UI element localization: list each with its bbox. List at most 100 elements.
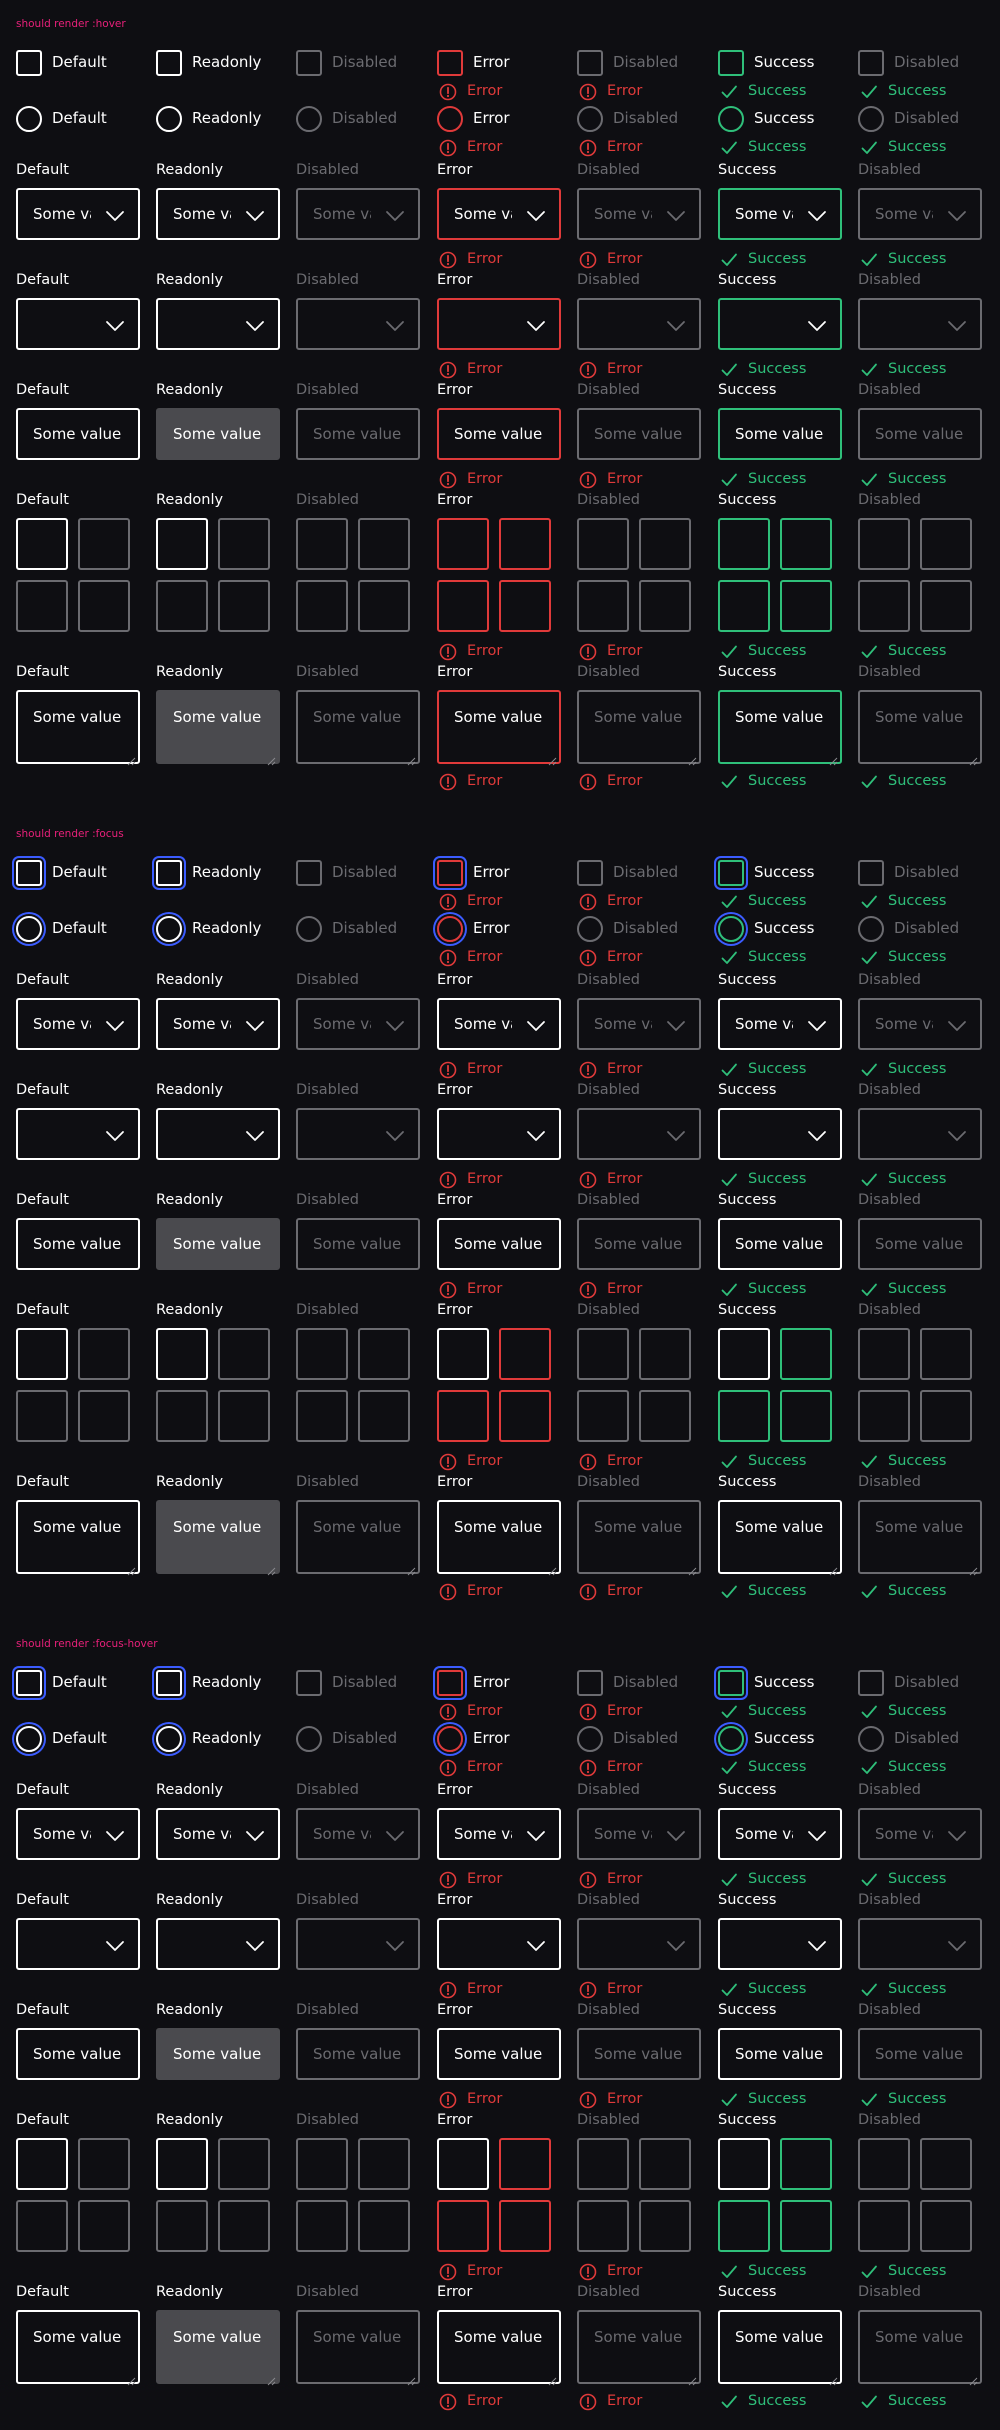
select-dropdown[interactable]: Some value bbox=[156, 998, 280, 1050]
pin-input-cell[interactable] bbox=[218, 1390, 270, 1442]
pin-input-cell[interactable] bbox=[718, 2200, 770, 2252]
pin-input-cell[interactable] bbox=[499, 1390, 551, 1442]
select-dropdown[interactable]: Some value bbox=[437, 188, 561, 240]
empty-select-dropdown[interactable] bbox=[437, 298, 561, 350]
pin-input-cell[interactable] bbox=[218, 518, 270, 570]
pin-input-cell[interactable] bbox=[499, 1328, 551, 1380]
radio-button[interactable] bbox=[437, 1726, 463, 1752]
text-input[interactable]: Some value bbox=[437, 408, 561, 460]
checkbox[interactable] bbox=[718, 50, 744, 76]
select-dropdown[interactable]: Some value bbox=[718, 998, 842, 1050]
radio-button[interactable] bbox=[718, 1726, 744, 1752]
empty-select-dropdown[interactable] bbox=[437, 1918, 561, 1970]
pin-input-cell[interactable] bbox=[437, 580, 489, 632]
select-dropdown[interactable]: Some value bbox=[156, 1808, 280, 1860]
resize-grip-icon[interactable] bbox=[688, 751, 697, 766]
radio-button[interactable] bbox=[16, 916, 42, 942]
empty-select-dropdown[interactable] bbox=[437, 1108, 561, 1160]
pin-input-cell[interactable] bbox=[156, 2138, 208, 2190]
pin-input-cell[interactable] bbox=[780, 2200, 832, 2252]
textarea[interactable]: Some value bbox=[437, 690, 561, 766]
pin-input-cell[interactable] bbox=[718, 1328, 770, 1380]
pin-input-cell[interactable] bbox=[499, 2200, 551, 2252]
empty-select-dropdown[interactable] bbox=[16, 298, 140, 350]
empty-select-dropdown[interactable] bbox=[718, 1918, 842, 1970]
pin-input-cell[interactable] bbox=[156, 2200, 208, 2252]
text-input[interactable]: Some value bbox=[718, 408, 842, 460]
empty-select-dropdown[interactable] bbox=[16, 1108, 140, 1160]
pin-input-cell[interactable] bbox=[218, 580, 270, 632]
textarea[interactable]: Some value bbox=[437, 2310, 561, 2386]
resize-grip-icon[interactable] bbox=[267, 1561, 276, 1576]
text-input[interactable]: Some value bbox=[156, 408, 280, 460]
empty-select-dropdown[interactable] bbox=[156, 1918, 280, 1970]
resize-grip-icon[interactable] bbox=[969, 2371, 978, 2386]
radio-button[interactable] bbox=[156, 1726, 182, 1752]
resize-grip-icon[interactable] bbox=[969, 1561, 978, 1576]
text-input[interactable]: Some value bbox=[437, 1218, 561, 1270]
textarea[interactable]: Some value bbox=[156, 690, 280, 766]
radio-button[interactable] bbox=[16, 106, 42, 132]
checkbox[interactable] bbox=[718, 1670, 744, 1696]
text-input[interactable]: Some value bbox=[437, 2028, 561, 2080]
pin-input-cell[interactable] bbox=[499, 518, 551, 570]
radio-button[interactable] bbox=[156, 916, 182, 942]
text-input[interactable]: Some value bbox=[16, 1218, 140, 1270]
pin-input-cell[interactable] bbox=[16, 1328, 68, 1380]
resize-grip-icon[interactable] bbox=[548, 751, 557, 766]
pin-input-cell[interactable] bbox=[156, 518, 208, 570]
select-dropdown[interactable]: Some value bbox=[16, 998, 140, 1050]
radio-button[interactable] bbox=[16, 1726, 42, 1752]
textarea[interactable]: Some value bbox=[16, 1500, 140, 1576]
pin-input-cell[interactable] bbox=[437, 518, 489, 570]
radio-button[interactable] bbox=[718, 916, 744, 942]
select-dropdown[interactable]: Some value bbox=[437, 1808, 561, 1860]
select-dropdown[interactable]: Some value bbox=[437, 998, 561, 1050]
resize-grip-icon[interactable] bbox=[829, 751, 838, 766]
radio-button[interactable] bbox=[156, 106, 182, 132]
pin-input-cell[interactable] bbox=[78, 1328, 130, 1380]
pin-input-cell[interactable] bbox=[78, 1390, 130, 1442]
resize-grip-icon[interactable] bbox=[829, 1561, 838, 1576]
resize-grip-icon[interactable] bbox=[407, 751, 416, 766]
pin-input-cell[interactable] bbox=[78, 518, 130, 570]
resize-grip-icon[interactable] bbox=[548, 2371, 557, 2386]
pin-input-cell[interactable] bbox=[218, 1328, 270, 1380]
resize-grip-icon[interactable] bbox=[407, 2371, 416, 2386]
resize-grip-icon[interactable] bbox=[548, 1561, 557, 1576]
select-dropdown[interactable]: Some value bbox=[718, 188, 842, 240]
pin-input-cell[interactable] bbox=[16, 580, 68, 632]
pin-input-cell[interactable] bbox=[156, 580, 208, 632]
pin-input-cell[interactable] bbox=[780, 580, 832, 632]
select-dropdown[interactable]: Some value bbox=[718, 1808, 842, 1860]
pin-input-cell[interactable] bbox=[499, 2138, 551, 2190]
radio-button[interactable] bbox=[718, 106, 744, 132]
pin-input-cell[interactable] bbox=[437, 1390, 489, 1442]
pin-input-cell[interactable] bbox=[16, 2138, 68, 2190]
resize-grip-icon[interactable] bbox=[127, 1561, 136, 1576]
pin-input-cell[interactable] bbox=[437, 1328, 489, 1380]
pin-input-cell[interactable] bbox=[156, 1390, 208, 1442]
pin-input-cell[interactable] bbox=[78, 2200, 130, 2252]
pin-input-cell[interactable] bbox=[437, 2200, 489, 2252]
pin-input-cell[interactable] bbox=[780, 518, 832, 570]
checkbox[interactable] bbox=[16, 50, 42, 76]
resize-grip-icon[interactable] bbox=[127, 2371, 136, 2386]
pin-input-cell[interactable] bbox=[718, 580, 770, 632]
pin-input-cell[interactable] bbox=[718, 1390, 770, 1442]
pin-input-cell[interactable] bbox=[718, 2138, 770, 2190]
select-dropdown[interactable]: Some value bbox=[156, 188, 280, 240]
textarea[interactable]: Some value bbox=[156, 1500, 280, 1576]
resize-grip-icon[interactable] bbox=[407, 1561, 416, 1576]
pin-input-cell[interactable] bbox=[780, 1390, 832, 1442]
text-input[interactable]: Some value bbox=[16, 2028, 140, 2080]
checkbox[interactable] bbox=[16, 860, 42, 886]
pin-input-cell[interactable] bbox=[780, 2138, 832, 2190]
checkbox[interactable] bbox=[156, 50, 182, 76]
checkbox[interactable] bbox=[16, 1670, 42, 1696]
text-input[interactable]: Some value bbox=[718, 1218, 842, 1270]
empty-select-dropdown[interactable] bbox=[156, 298, 280, 350]
select-dropdown[interactable]: Some value bbox=[16, 1808, 140, 1860]
text-input[interactable]: Some value bbox=[156, 1218, 280, 1270]
empty-select-dropdown[interactable] bbox=[718, 298, 842, 350]
